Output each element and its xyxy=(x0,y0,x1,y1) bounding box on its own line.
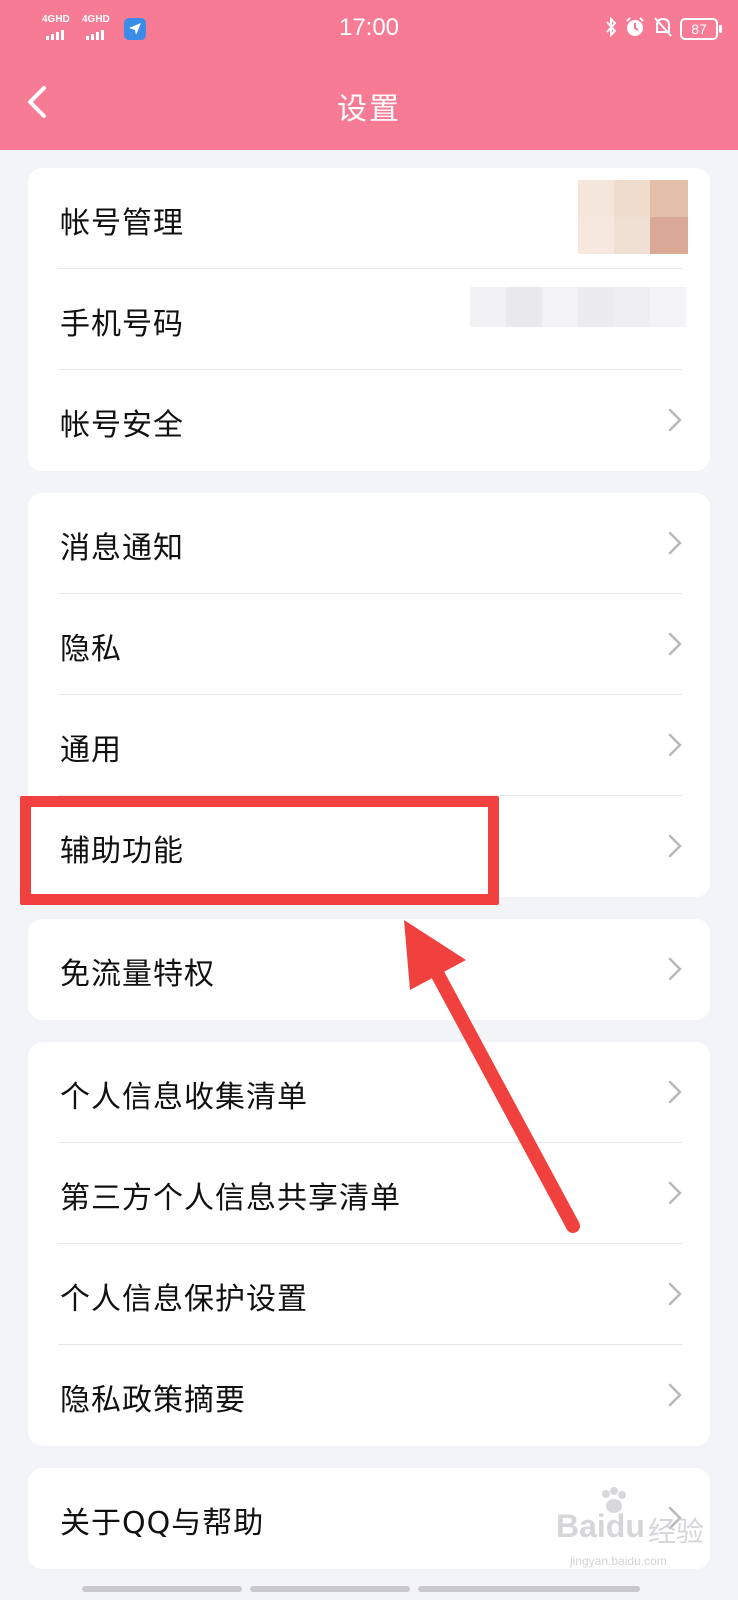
chevron-right-icon xyxy=(668,1506,682,1530)
settings-item-label: 隐私 xyxy=(60,632,122,667)
settings-item-phone-number[interactable]: 手机号码 xyxy=(28,269,710,370)
chevron-right-icon xyxy=(668,632,682,656)
chevron-right-icon xyxy=(668,1282,682,1306)
settings-item-account-management[interactable]: 帐号管理 xyxy=(28,168,710,269)
settings-item-label: 隐私政策摘要 xyxy=(60,1383,246,1418)
chevron-right-icon xyxy=(668,957,682,981)
chevron-right-icon xyxy=(668,1383,682,1407)
chevron-right-icon xyxy=(668,408,682,432)
settings-item-privacy[interactable]: 隐私 xyxy=(28,594,710,695)
page-title: 设置 xyxy=(337,92,401,127)
settings-item-privacy-policy-summary[interactable]: 隐私政策摘要 xyxy=(28,1345,710,1446)
settings-group-data-free: 免流量特权 xyxy=(28,919,710,1020)
settings-item-label: 辅助功能 xyxy=(60,834,184,869)
settings-item-personal-info-collection[interactable]: 个人信息收集清单 xyxy=(28,1042,710,1143)
settings-item-label: 帐号安全 xyxy=(60,408,184,443)
battery-icon: 87 xyxy=(680,18,722,40)
settings-item-label: 关于QQ与帮助 xyxy=(60,1506,265,1541)
header: 4GHD 4GHD 17:00 87 设置 xyxy=(0,0,738,150)
scroll-indicator xyxy=(250,1586,410,1592)
settings-item-about-qq-help[interactable]: 关于QQ与帮助 xyxy=(28,1468,710,1569)
settings-item-label: 消息通知 xyxy=(60,531,184,566)
mute-bell-icon xyxy=(653,16,673,42)
settings-item-general[interactable]: 通用 xyxy=(28,695,710,796)
settings-group-general: 消息通知 隐私 通用 辅助功能 xyxy=(28,493,710,897)
settings-item-label: 免流量特权 xyxy=(60,957,215,992)
nav-bar: 设置 xyxy=(0,60,738,148)
settings-item-data-free-privilege[interactable]: 免流量特权 xyxy=(28,919,710,1020)
settings-item-label: 帐号管理 xyxy=(60,206,184,241)
settings-item-personal-info-protection[interactable]: 个人信息保护设置 xyxy=(28,1244,710,1345)
phone-number-value xyxy=(470,287,710,327)
status-bar: 4GHD 4GHD 17:00 87 xyxy=(0,0,738,58)
chevron-right-icon xyxy=(668,834,682,858)
chevron-right-icon xyxy=(668,1080,682,1104)
settings-item-label: 手机号码 xyxy=(60,307,184,342)
bluetooth-icon xyxy=(605,16,617,41)
settings-item-label: 通用 xyxy=(60,733,122,768)
alarm-icon xyxy=(624,16,646,42)
scroll-indicator xyxy=(82,1586,242,1592)
settings-group-personal-info: 个人信息收集清单 第三方个人信息共享清单 个人信息保护设置 隐私政策摘要 xyxy=(28,1042,710,1446)
settings-item-accessibility[interactable]: 辅助功能 xyxy=(28,796,710,897)
chevron-right-icon xyxy=(668,531,682,555)
settings-item-label: 个人信息保护设置 xyxy=(60,1282,308,1317)
settings-item-label: 个人信息收集清单 xyxy=(60,1080,308,1115)
settings-item-notifications[interactable]: 消息通知 xyxy=(28,493,710,594)
settings-group-account: 帐号管理 手机号码 帐号安全 xyxy=(28,168,710,471)
chevron-right-icon xyxy=(668,733,682,757)
status-icons: 87 xyxy=(605,16,722,42)
settings-item-account-security[interactable]: 帐号安全 xyxy=(28,370,710,471)
settings-item-label: 第三方个人信息共享清单 xyxy=(60,1181,401,1216)
settings-item-third-party-sharing[interactable]: 第三方个人信息共享清单 xyxy=(28,1143,710,1244)
chevron-right-icon xyxy=(668,1181,682,1205)
settings-group-about: 关于QQ与帮助 xyxy=(28,1468,710,1569)
scroll-indicator xyxy=(418,1586,640,1592)
avatar xyxy=(578,180,688,254)
